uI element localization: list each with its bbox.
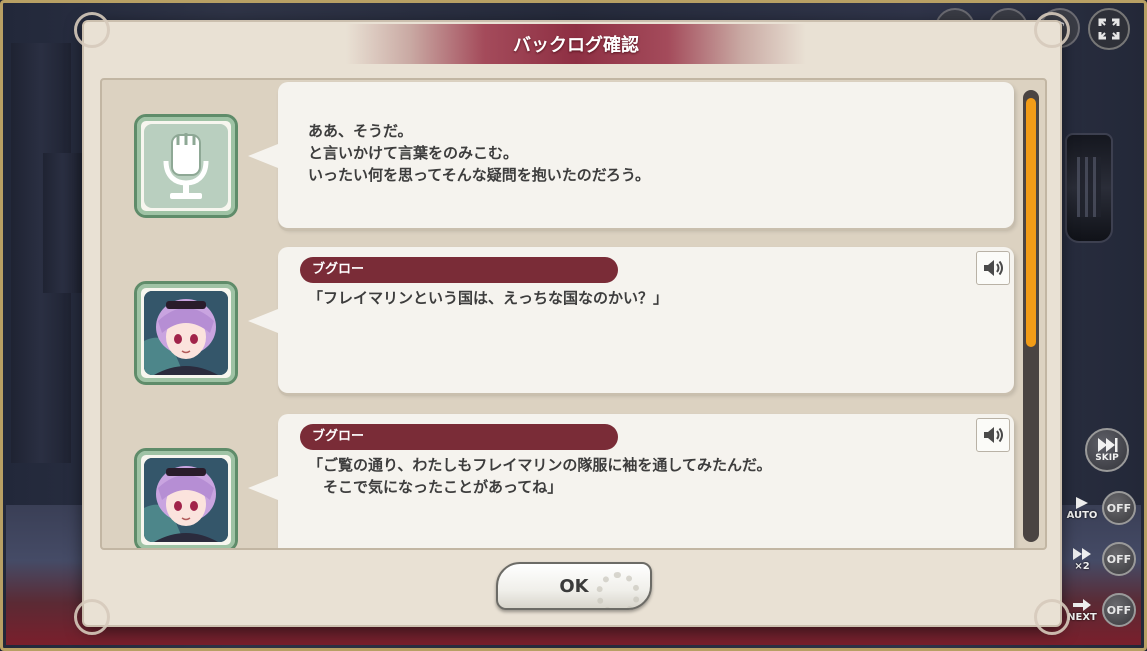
message-bubble: ブグロー 「ご覧の通り、わたしもフレイマリンの隊服に袖を通してみたんだ。 そこで…	[248, 414, 1014, 548]
dialog-title: バックログ確認	[513, 35, 639, 56]
backlog-list[interactable]: ああ、そうだ。 と言いかけて言葉をのみこむ。 いったい何を思ってそんな疑問を抱い…	[100, 78, 1047, 550]
next-control[interactable]: NEXT OFF	[1062, 589, 1142, 631]
character-portrait	[144, 458, 228, 542]
dialog-title-bar: バックログ確認	[346, 24, 806, 64]
character-portrait	[144, 291, 228, 375]
voice-replay-button[interactable]	[976, 251, 1010, 285]
corner-ornament	[74, 12, 110, 48]
auto-play-icon: AUTO	[1062, 489, 1102, 527]
backlog-entry: ああ、そうだ。 と言いかけて言葉をのみこむ。 いったい何を思ってそんな疑問を抱い…	[102, 80, 1027, 232]
scrollbar-thumb[interactable]	[1026, 98, 1036, 347]
backlog-entry: ブグロー 「フレイマリンという国は、えっちな国なのかい？」	[102, 247, 1027, 399]
corner-ornament	[1034, 12, 1070, 48]
microphone-icon	[144, 124, 228, 208]
next-label: NEXT	[1067, 611, 1097, 623]
speaker-icon	[984, 260, 1003, 276]
message-text: 「ご覧の通り、わたしもフレイマリンの隊服に袖を通してみたんだ。 そこで気になった…	[308, 456, 772, 496]
next-toggle[interactable]: OFF	[1102, 593, 1136, 627]
speed-toggle[interactable]: OFF	[1102, 542, 1136, 576]
message-text: 「フレイマリンという国は、えっちな国なのかい？」	[308, 289, 669, 307]
skip-label: SKIP	[1095, 453, 1119, 463]
backlog-entry: ブグロー 「ご覧の通り、わたしもフレイマリンの隊服に袖を通してみたんだ。 そこで…	[102, 414, 1027, 548]
gear-decoration	[596, 572, 640, 608]
auto-label: AUTO	[1066, 509, 1098, 521]
voice-replay-button[interactable]	[976, 418, 1010, 452]
avatar	[134, 281, 238, 385]
message-bubble: ブグロー 「フレイマリンという国は、えっちな国なのかい？」	[248, 247, 1014, 393]
skip-button[interactable]: SKIP	[1085, 428, 1129, 472]
speed-control[interactable]: ×2 OFF	[1062, 538, 1142, 580]
auto-control[interactable]: AUTO OFF	[1062, 487, 1142, 529]
background-column	[43, 153, 83, 293]
speaker-icon	[984, 427, 1003, 443]
avatar	[134, 114, 238, 218]
message-bubble: ああ、そうだ。 と言いかけて言葉をのみこむ。 いったい何を思ってそんな疑問を抱い…	[248, 82, 1014, 228]
fullscreen-icon[interactable]	[1088, 8, 1130, 50]
scrollbar[interactable]	[1023, 90, 1039, 542]
backlog-dialog: バックログ確認 ああ、そうだ。 と言いかけて言葉をのみこむ。 いったい何を思って…	[74, 12, 1070, 635]
message-text: ああ、そうだ。 と言いかけて言葉をのみこむ。 いったい何を思ってそんな疑問を抱い…	[308, 122, 651, 184]
speaker-name: ブグロー	[300, 424, 618, 450]
speed-label: ×2	[1074, 560, 1090, 572]
skip-icon	[1098, 438, 1118, 452]
lantern-decoration	[1065, 133, 1113, 243]
fast-forward-icon: ×2	[1062, 540, 1102, 578]
ok-button[interactable]: OK	[496, 562, 652, 610]
corner-ornament	[1034, 599, 1070, 635]
auto-toggle[interactable]: OFF	[1102, 491, 1136, 525]
ok-label: OK	[559, 575, 589, 597]
corner-ornament	[74, 599, 110, 635]
avatar	[134, 448, 238, 548]
speaker-name: ブグロー	[300, 257, 618, 283]
